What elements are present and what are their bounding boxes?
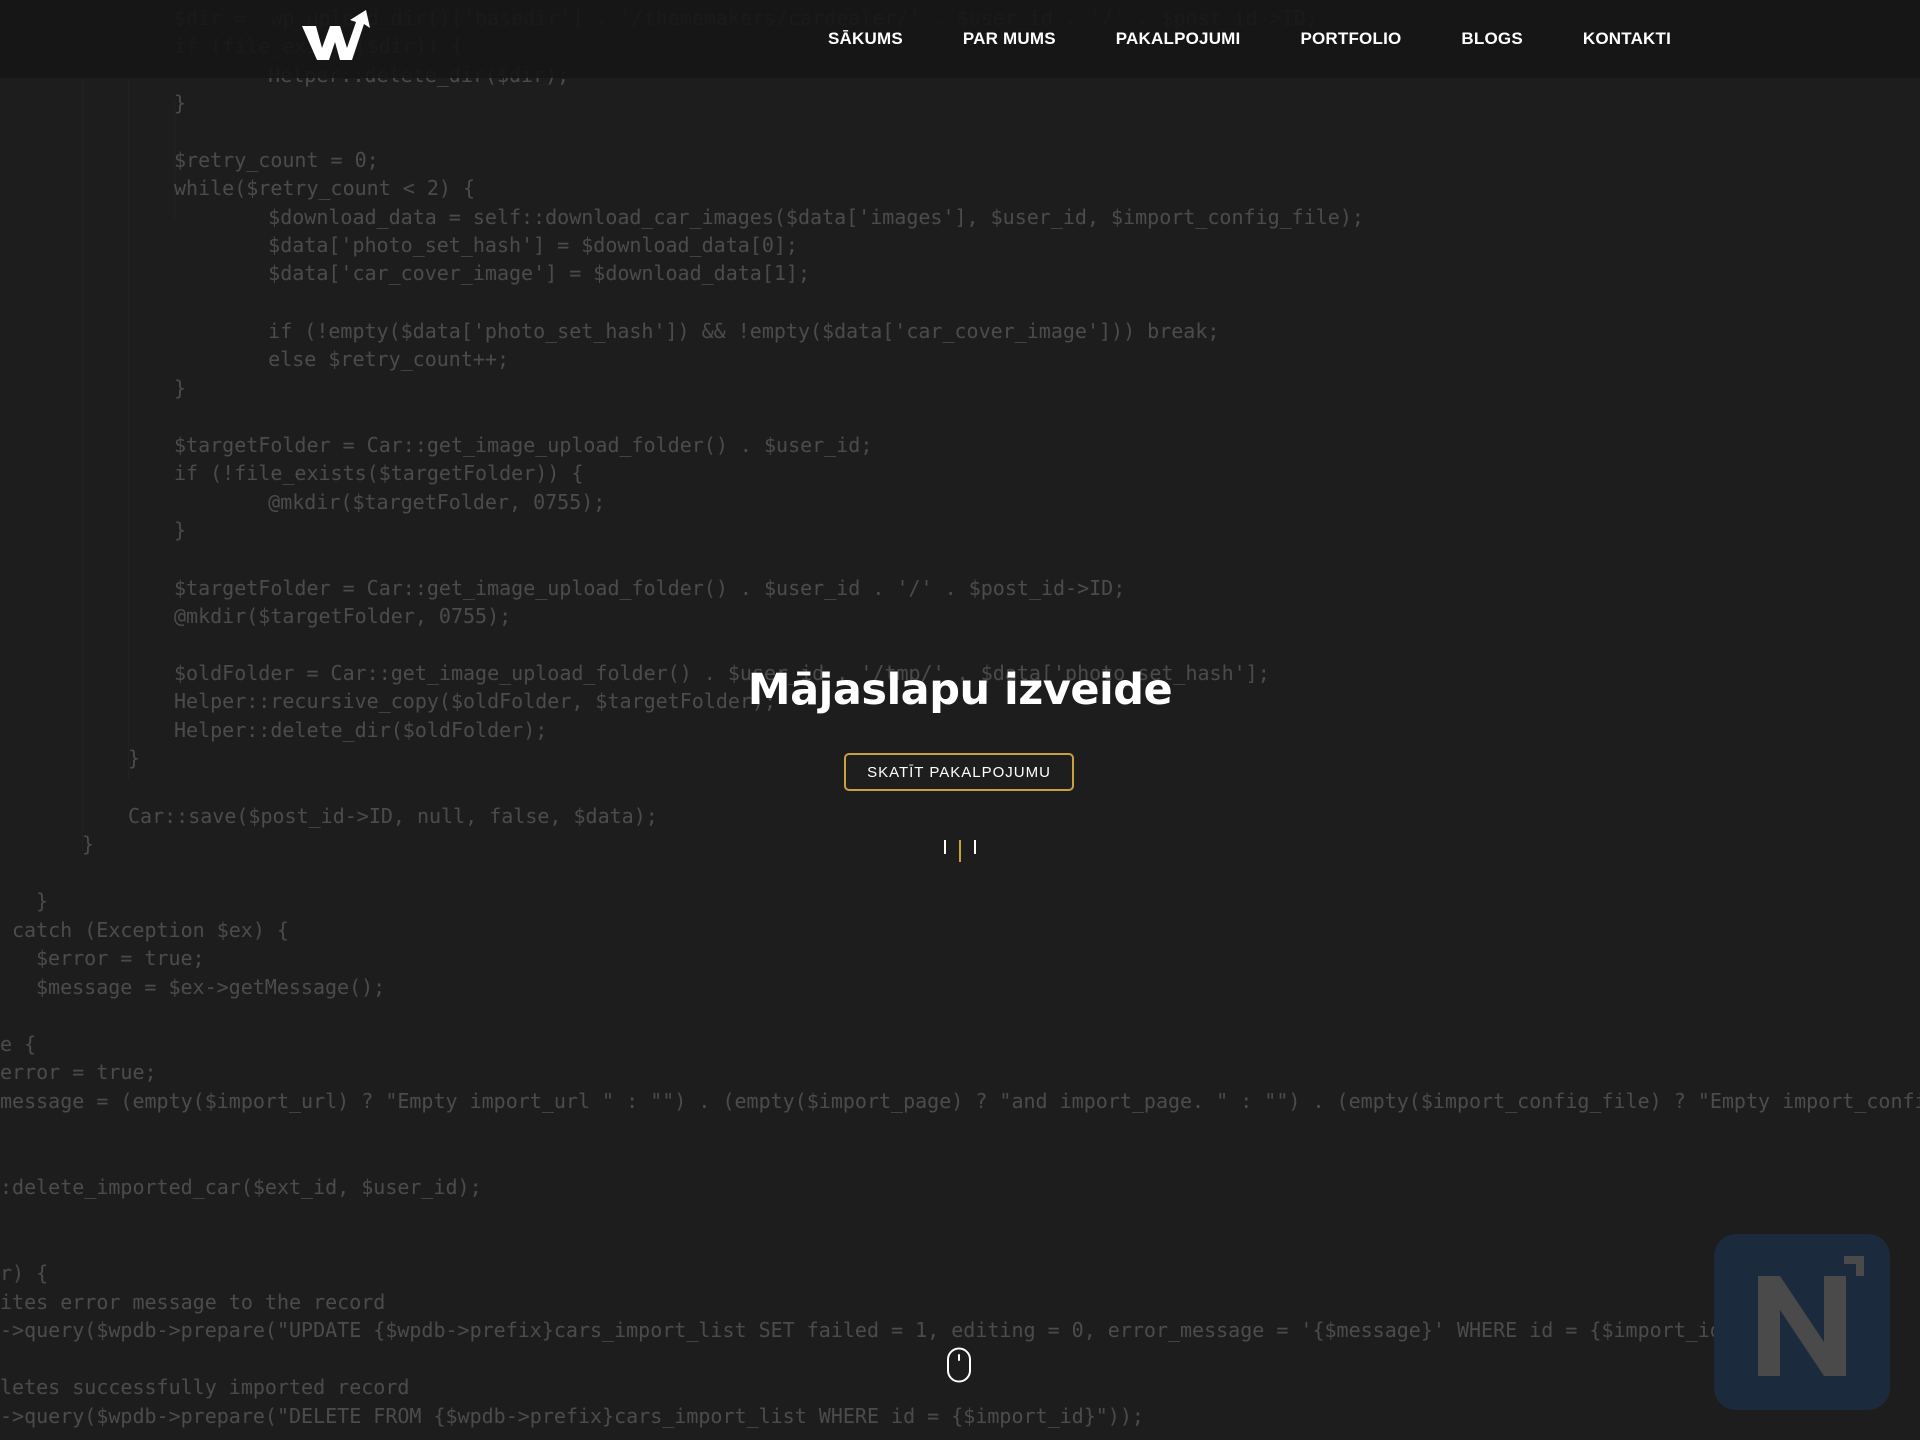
main-nav: SĀKUMS PAR MUMS PAKALPOJUMI PORTFOLIO BL… bbox=[828, 0, 1671, 78]
n-badge-button[interactable] bbox=[1714, 1234, 1890, 1410]
n-badge-icon bbox=[1758, 1256, 1864, 1376]
loading-bars-icon bbox=[944, 840, 976, 862]
nav-item-sakums[interactable]: SĀKUMS bbox=[828, 29, 903, 49]
dark-overlay bbox=[0, 0, 1920, 1440]
view-services-button[interactable]: SKATĪT PAKALPOJUMU bbox=[844, 753, 1074, 791]
nav-item-par-mums[interactable]: PAR MUMS bbox=[963, 29, 1056, 49]
mouse-scroll-icon[interactable] bbox=[946, 1347, 972, 1383]
nav-item-blogs[interactable]: BLOGS bbox=[1461, 29, 1522, 49]
nav-item-portfolio[interactable]: PORTFOLIO bbox=[1300, 29, 1401, 49]
navbar: SĀKUMS PAR MUMS PAKALPOJUMI PORTFOLIO BL… bbox=[0, 0, 1920, 78]
w-logo-icon[interactable] bbox=[300, 8, 380, 66]
hero-title: Mājaslapu izveide bbox=[747, 665, 1173, 715]
nav-item-kontakti[interactable]: KONTAKTI bbox=[1583, 29, 1671, 49]
nav-item-pakalpojumi[interactable]: PAKALPOJUMI bbox=[1116, 29, 1241, 49]
